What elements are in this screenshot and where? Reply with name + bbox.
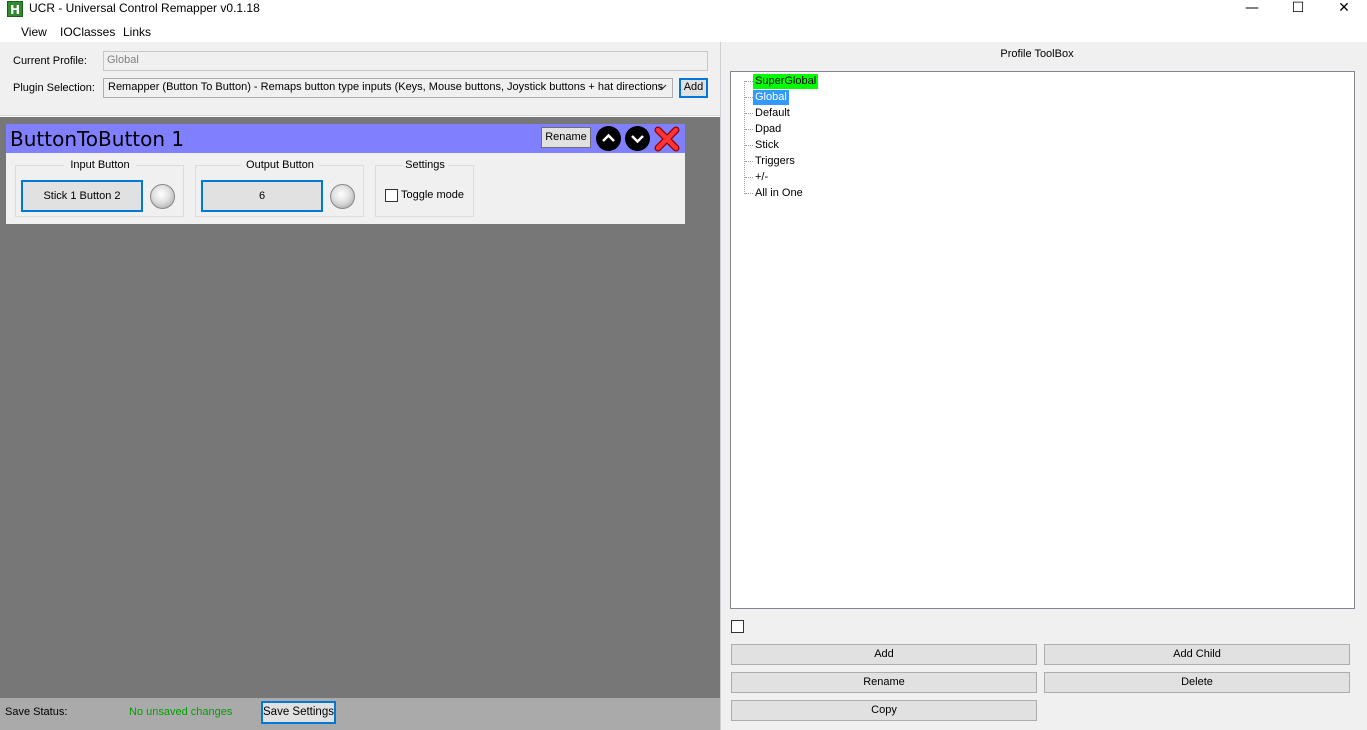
add-plugin-button[interactable]: Add bbox=[679, 78, 708, 98]
chevron-down-icon bbox=[631, 135, 644, 144]
move-up-button[interactable] bbox=[596, 126, 621, 151]
tree-connector bbox=[745, 129, 753, 130]
rename-plugin-button[interactable]: Rename bbox=[541, 127, 591, 148]
add-child-profile-button[interactable]: Add Child bbox=[1044, 644, 1350, 665]
toggle-mode-checkbox[interactable] bbox=[385, 189, 398, 202]
tree-item-global[interactable]: Global bbox=[753, 90, 789, 105]
output-button-group-title: Output Button bbox=[241, 159, 319, 171]
input-button-group-title: Input Button bbox=[64, 159, 136, 171]
add-profile-button[interactable]: Add bbox=[731, 644, 1037, 665]
remove-plugin-button[interactable] bbox=[654, 126, 680, 152]
tree-connector bbox=[745, 97, 753, 98]
tree-item-all-in-one[interactable]: All in One bbox=[753, 186, 805, 201]
chevron-down-icon bbox=[656, 80, 670, 96]
input-state-indicator bbox=[150, 184, 175, 209]
tree-connector bbox=[745, 177, 753, 178]
tree-connector bbox=[745, 81, 753, 82]
tree-item-superglobal[interactable]: SuperGlobal bbox=[753, 74, 819, 89]
menu-ioclasses[interactable]: IOClasses bbox=[60, 25, 115, 39]
output-binding-button[interactable]: 6 bbox=[201, 180, 323, 212]
current-profile-field: Global bbox=[103, 51, 708, 71]
delete-profile-button[interactable]: Delete bbox=[1044, 672, 1350, 693]
menu-links[interactable]: Links bbox=[123, 25, 151, 39]
tree-item-default[interactable]: Default bbox=[753, 106, 792, 121]
toolbox-checkbox[interactable] bbox=[731, 620, 744, 633]
menu-view[interactable]: View bbox=[21, 25, 47, 39]
current-profile-label: Current Profile: bbox=[13, 55, 87, 67]
settings-group-title: Settings bbox=[402, 159, 448, 171]
save-status-value: No unsaved changes bbox=[129, 706, 233, 718]
toggle-mode-label: Toggle mode bbox=[401, 189, 464, 201]
plugin-selection-label: Plugin Selection: bbox=[13, 82, 95, 94]
status-bar bbox=[0, 698, 720, 730]
close-icon bbox=[654, 126, 680, 152]
tree-connector bbox=[745, 193, 753, 194]
close-window-button[interactable]: ✕ bbox=[1321, 0, 1367, 18]
tree-connector bbox=[745, 113, 753, 114]
save-settings-button[interactable]: Save Settings bbox=[261, 701, 336, 724]
copy-profile-button[interactable]: Copy bbox=[731, 700, 1037, 721]
profile-toolbox-title: Profile ToolBox bbox=[1000, 48, 1074, 60]
output-state-indicator bbox=[330, 184, 355, 209]
input-binding-button[interactable]: Stick 1 Button 2 bbox=[21, 180, 143, 212]
profile-tree[interactable] bbox=[730, 71, 1355, 609]
chevron-up-icon bbox=[602, 133, 615, 142]
tree-item-stick[interactable]: Stick bbox=[753, 138, 781, 153]
app-icon: H bbox=[7, 1, 23, 17]
plugin-selection-dropdown[interactable]: Remapper (Button To Button) - Remaps but… bbox=[103, 78, 673, 98]
tree-item-triggers[interactable]: Triggers bbox=[753, 154, 797, 169]
tree-connector bbox=[745, 145, 753, 146]
rename-profile-button[interactable]: Rename bbox=[731, 672, 1037, 693]
maximize-button[interactable]: ☐ bbox=[1275, 0, 1321, 18]
move-down-button[interactable] bbox=[625, 126, 650, 151]
plugin-title: ButtonToButton 1 bbox=[10, 127, 185, 151]
minimize-button[interactable]: — bbox=[1229, 0, 1275, 18]
window-title: UCR - Universal Control Remapper v0.1.18 bbox=[29, 1, 260, 15]
tree-item-dpad[interactable]: Dpad bbox=[753, 122, 783, 137]
tree-connector bbox=[745, 161, 753, 162]
tree-item-plus-minus[interactable]: +/- bbox=[753, 170, 770, 185]
save-status-label: Save Status: bbox=[5, 706, 68, 718]
